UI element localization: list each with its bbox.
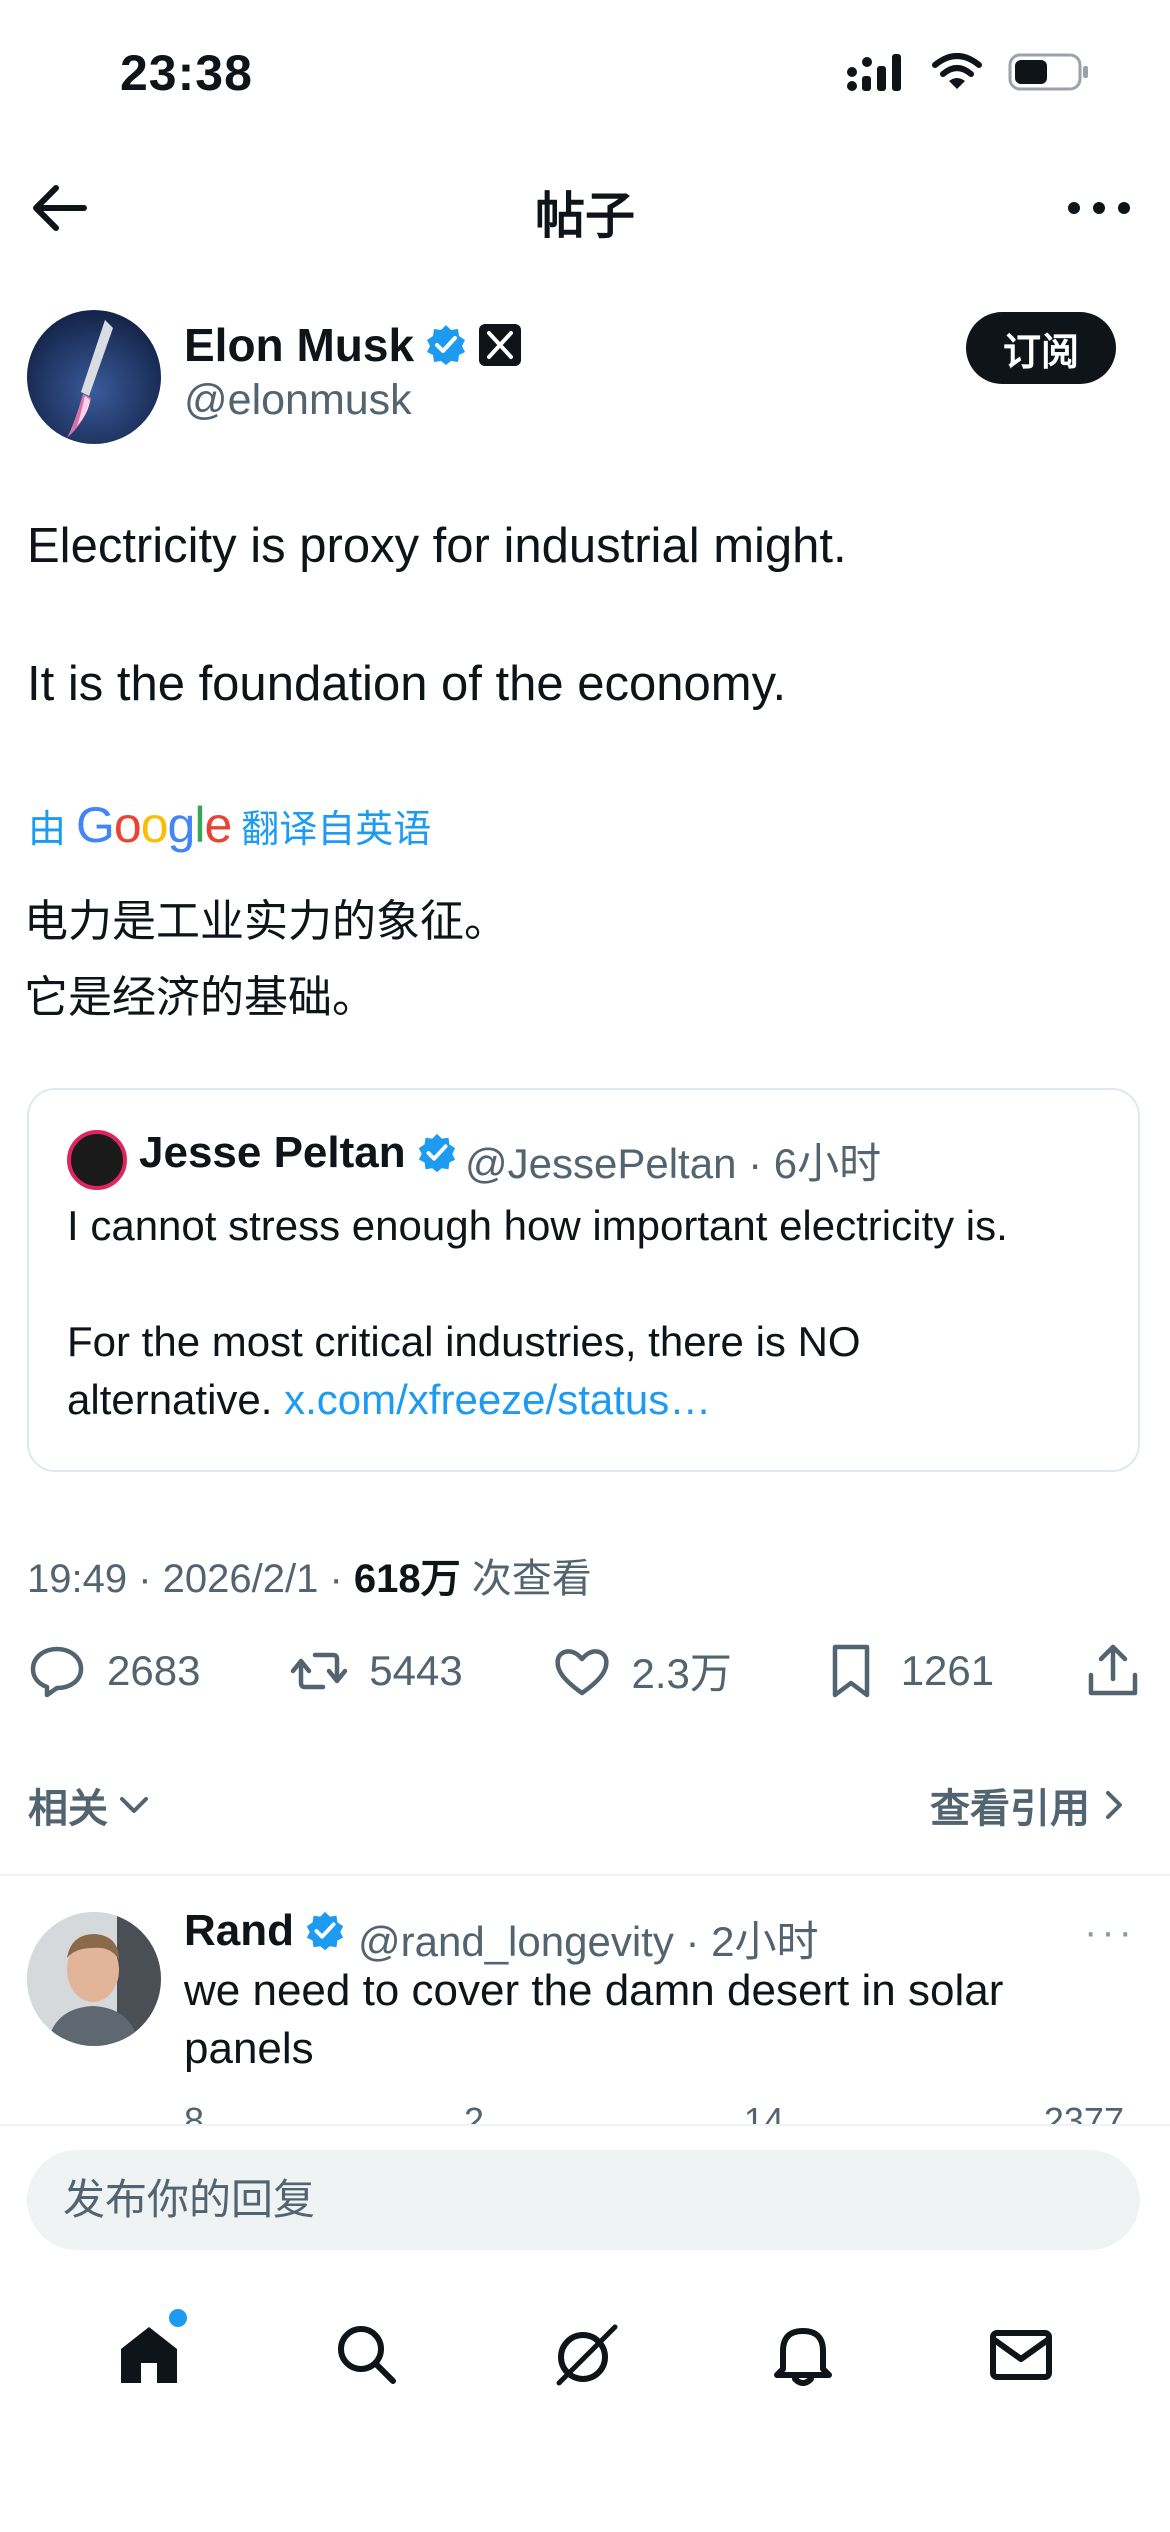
view-quotes-link[interactable]: 查看引用 [930, 1776, 1130, 1834]
bookmark-icon [832, 1644, 869, 1697]
person-avatar-image [27, 1912, 161, 2046]
repost-button[interactable]: 5443 [289, 1641, 463, 1701]
tab-grok[interactable] [549, 2319, 621, 2391]
share-icon [1088, 1644, 1138, 1695]
more-options-icon[interactable] [1064, 178, 1134, 238]
author-avatar[interactable] [27, 310, 161, 444]
reply-count: 2683 [107, 1646, 201, 1694]
like-count: 2.3万 [631, 1650, 732, 1697]
battery-icon [1008, 53, 1088, 91]
author-name[interactable]: Elon Musk [184, 318, 414, 372]
bookmark-button[interactable]: 1261 [821, 1641, 994, 1701]
related-label: 相关 [28, 1787, 108, 1831]
view-label: 次查看 [460, 1557, 592, 1601]
translation-line-2: 它是经济的基础。 [24, 973, 376, 1022]
reply-more-icon[interactable]: ··· [1084, 1910, 1136, 1955]
tab-messages[interactable] [985, 2319, 1057, 2391]
grok-icon [556, 2324, 618, 2386]
share-button[interactable] [1083, 1641, 1143, 1701]
tweet-meta: 19:49 · 2026/2/1 · 618万 次查看 [27, 1546, 592, 1604]
heart-icon [554, 1648, 609, 1695]
search-icon [338, 2326, 396, 2384]
like-button[interactable]: 2.3万 [552, 1640, 732, 1701]
quoted-text-line-1: I cannot stress enough how important ele… [67, 1202, 1008, 1249]
reply-author-name-row[interactable]: Rand [184, 1906, 346, 1956]
tweet-action-bar: 2683 5443 2.3万 1261 [27, 1640, 1143, 1701]
bottom-tab-bar [0, 2300, 1170, 2410]
translation-line-1: 电力是工业实力的象征。 [24, 897, 508, 946]
page-title: 帖子 [535, 188, 635, 244]
verified-badge-icon [418, 1133, 455, 1173]
tweet-timestamp: 19:49 · 2026/2/1 · [27, 1557, 354, 1601]
chevron-down-icon [120, 1797, 148, 1813]
reply-text-line-1: we need to cover the damn desert in sola… [184, 1966, 1004, 2015]
reply-button[interactable]: 2683 [27, 1641, 200, 1701]
repost-count: 5443 [369, 1646, 463, 1694]
verified-badge-icon [306, 1911, 344, 1951]
status-icons [846, 52, 1090, 92]
tweet-text-line-2: It is the foundation of the economy. [27, 657, 787, 711]
notification-dot [169, 2309, 187, 2327]
reply-text-line-2: panels [184, 2024, 314, 2073]
chevron-right-icon [1106, 1791, 1122, 1819]
tab-search[interactable] [331, 2319, 403, 2391]
home-icon [121, 2327, 177, 2383]
bell-icon [774, 2328, 832, 2386]
mail-icon [990, 2330, 1052, 2380]
status-time: 23:38 [120, 45, 253, 101]
rocket-avatar-image [27, 310, 161, 444]
quoted-link[interactable]: x.com/xfreeze/status… [284, 1376, 711, 1423]
bookmark-count: 1261 [900, 1646, 995, 1694]
subscribe-button[interactable]: 订阅 [966, 312, 1116, 384]
quoted-author-name-row: Jesse Peltan [139, 1128, 458, 1178]
translate-suffix: 翻译自英语 [241, 808, 432, 851]
reply-input[interactable] [27, 2150, 1140, 2250]
verified-badge-icon [427, 325, 466, 365]
wifi-icon [932, 53, 982, 89]
related-dropdown[interactable]: 相关 [28, 1776, 154, 1834]
author-name-row[interactable]: Elon Musk [184, 318, 522, 372]
x-affiliate-badge-icon [479, 324, 522, 366]
translate-prefix: 由 [28, 808, 67, 851]
repost-icon [291, 1652, 348, 1689]
reply-author-avatar[interactable] [27, 1912, 161, 2046]
view-count: 618万 [353, 1557, 461, 1601]
cellular-signal-icon [847, 54, 901, 91]
google-logo: Google [76, 797, 232, 853]
reply-author-handle-time: @rand_longevity · 2小时 [358, 1918, 819, 1965]
reply-icon [30, 1646, 84, 1697]
quoted-author-handle-time: @JessePeltan · 6小时 [465, 1140, 882, 1187]
author-handle[interactable]: @elonmusk [184, 376, 412, 425]
quoted-text-line-2: For the most critical industries, there … [67, 1318, 861, 1365]
quoted-author-name: Jesse Peltan [139, 1128, 406, 1177]
quoted-author-avatar [67, 1130, 127, 1190]
section-divider [0, 1874, 1170, 1876]
quoted-text-line-3: alternative. x.com/xfreeze/status… [67, 1372, 711, 1428]
view-quotes-label: 查看引用 [930, 1787, 1090, 1831]
reply-author-name[interactable]: Rand [184, 1906, 294, 1956]
quoted-text-prefix: alternative. [67, 1376, 285, 1423]
quoted-tweet-card[interactable]: Jesse Peltan @JessePeltan · 6小时 I cannot… [27, 1088, 1140, 1472]
tab-notifications[interactable] [767, 2319, 839, 2391]
translation-attribution[interactable]: 由 Google 翻译自英语 [28, 796, 431, 854]
tab-home[interactable] [113, 2309, 187, 2391]
tweet-text-line-1: Electricity is proxy for industrial migh… [27, 519, 847, 573]
